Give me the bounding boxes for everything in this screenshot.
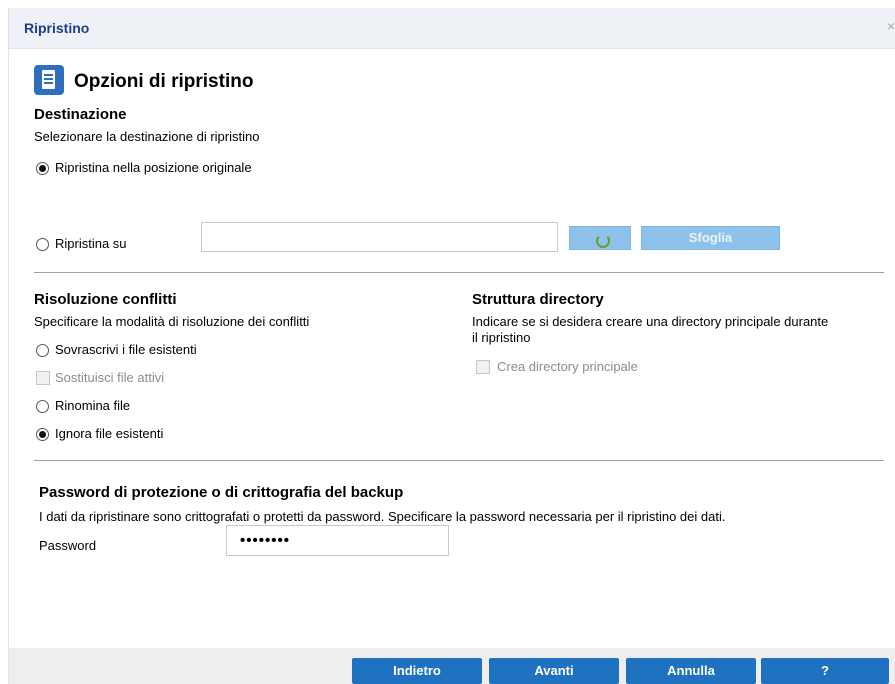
restore-path-input[interactable] xyxy=(201,222,558,252)
close-icon[interactable]: × xyxy=(887,18,895,34)
document-list-icon xyxy=(34,65,64,95)
help-button[interactable]: ? xyxy=(761,658,889,684)
password-input[interactable]: •••••••• xyxy=(226,525,449,556)
page-title: Opzioni di ripristino xyxy=(74,71,254,92)
password-description: I dati da ripristinare sono crittografat… xyxy=(39,509,726,524)
destination-title: Destinazione xyxy=(34,106,127,123)
password-title: Password di protezione o di crittografia… xyxy=(39,484,404,501)
conflicts-title: Risoluzione conflitti xyxy=(34,291,177,308)
directory-title: Struttura directory xyxy=(472,291,604,308)
password-masked-value: •••••••• xyxy=(240,532,291,549)
next-button[interactable]: Avanti xyxy=(489,658,619,684)
label-restore-to: Ripristina su xyxy=(55,236,127,251)
label-rename: Rinomina file xyxy=(55,398,131,413)
window-title: Ripristino xyxy=(24,20,90,36)
refresh-icon xyxy=(596,234,610,248)
back-button[interactable]: Indietro xyxy=(352,658,482,684)
checkbox-create-root[interactable] xyxy=(476,360,490,374)
cancel-button[interactable]: Annulla xyxy=(626,658,756,684)
checkbox-replace-active[interactable] xyxy=(36,371,50,385)
radio-rename[interactable] xyxy=(36,400,49,413)
restore-dialog: Ripristino × Opzioni di ripristino Desti… xyxy=(8,8,895,684)
label-replace-active: Sostituisci file attivi xyxy=(55,370,165,385)
radio-restore-original[interactable] xyxy=(36,162,49,175)
separator-1 xyxy=(34,272,884,273)
conflicts-description: Specificare la modalità di risoluzione d… xyxy=(34,314,310,329)
password-label: Password xyxy=(39,538,97,553)
label-create-root: Crea directory principale xyxy=(497,359,638,374)
dialog-footer: Indietro Avanti Annulla ? xyxy=(9,648,895,684)
label-skip: Ignora file esistenti xyxy=(55,426,164,441)
radio-restore-to[interactable] xyxy=(36,238,49,251)
destination-description: Selezionare la destinazione di ripristin… xyxy=(34,129,260,144)
radio-overwrite[interactable] xyxy=(36,344,49,357)
directory-description-line2: il ripristino xyxy=(472,330,531,345)
directory-description-line1: Indicare se si desidera creare una direc… xyxy=(472,314,829,329)
radio-skip[interactable] xyxy=(36,428,49,441)
label-restore-original: Ripristina nella posizione originale xyxy=(55,160,252,175)
separator-2 xyxy=(34,460,884,461)
browse-button[interactable]: Sfoglia xyxy=(641,226,780,250)
refresh-button[interactable] xyxy=(569,226,631,250)
label-overwrite: Sovrascrivi i file esistenti xyxy=(55,342,197,357)
title-bar: Ripristino × xyxy=(9,8,895,49)
